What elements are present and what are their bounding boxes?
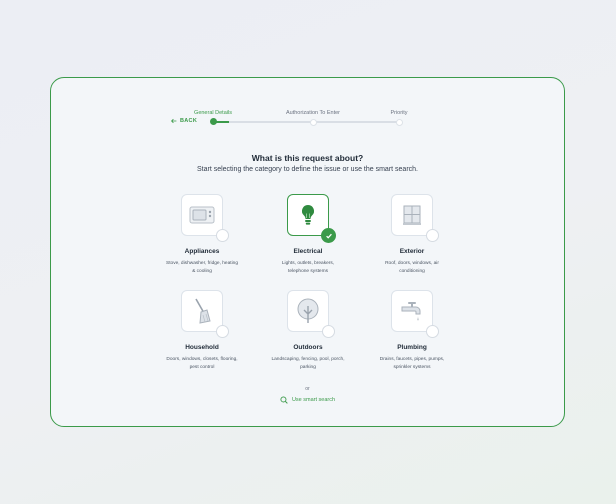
category-electrical-radio[interactable] [321,228,336,243]
progress-stepper: General Details Authorization To Enter P… [194,104,408,134]
category-exterior-radio[interactable] [426,229,439,242]
category-household-box[interactable] [181,290,229,338]
category-household-radio[interactable] [216,325,229,338]
step-general-details: General Details [194,110,232,116]
step-dot [309,119,317,126]
back-button[interactable]: BACK [171,118,197,124]
category-appliances-box[interactable] [181,194,229,242]
search-icon [280,396,288,404]
category-name: Plumbing [397,344,427,351]
category-description: Stove, dishwasher, fridge, heating & coo… [166,261,238,274]
stepper-track [213,121,399,123]
category-name: Electrical [293,248,323,255]
category-name: Appliances [184,248,220,255]
step-authorization: Authorization To Enter [285,110,341,116]
page-title: What is this request about? [251,153,364,163]
category-exterior-box[interactable] [391,194,439,242]
category-outdoors-radio[interactable] [322,325,335,338]
category-description: Doors, windows, closets, flooring, pest … [166,357,238,370]
category-name: Household [185,344,219,351]
category-plumbing[interactable]: Plumbing Drains, faucets, pipes, pumps, … [357,290,467,371]
window-icon [403,205,421,225]
lightbulb-icon [301,204,315,225]
back-label: BACK [180,118,198,124]
category-outdoors[interactable]: Outdoors Landscaping, fencing, pool, por… [253,290,363,371]
category-electrical-box[interactable] [287,194,336,243]
page-subtitle: Start selecting the category to define t… [196,166,418,173]
step-priority: Priority [390,110,408,116]
category-name: Outdoors [293,344,323,351]
category-household[interactable]: Household Doors, windows, closets, floor… [147,290,257,371]
check-icon [325,233,332,239]
category-name: Exterior [399,248,425,255]
tree-icon [297,298,319,323]
arrow-left-icon [171,118,177,124]
category-electrical[interactable]: Electrical Lights, outlets, breakers, te… [253,194,363,275]
request-category-card: BACK General Details Authorization To En… [50,77,565,427]
step-dot-active [209,118,217,125]
microwave-icon [189,206,215,224]
category-plumbing-box[interactable] [391,290,439,338]
category-exterior[interactable]: Exterior Roof, doors, windows, air condi… [357,194,467,275]
broom-icon [195,298,211,324]
or-divider-label: or [305,386,310,392]
faucet-icon [401,302,421,321]
category-appliances-radio[interactable] [216,229,229,242]
category-description: Lights, outlets, breakers, telephone sys… [281,261,335,274]
category-description: Landscaping, fencing, pool, porch, parki… [271,357,345,370]
category-appliances[interactable]: Appliances Stove, dishwasher, fridge, he… [147,194,257,275]
step-dot [395,119,403,126]
category-description: Roof, doors, windows, air conditioning [385,261,439,274]
smart-search-label: Use smart search [291,397,336,403]
category-outdoors-box[interactable] [287,290,335,338]
category-plumbing-radio[interactable] [426,325,439,338]
smart-search-link[interactable]: Use smart search [51,396,564,404]
category-description: Drains, faucets, pipes, pumps, sprinkler… [379,357,445,370]
